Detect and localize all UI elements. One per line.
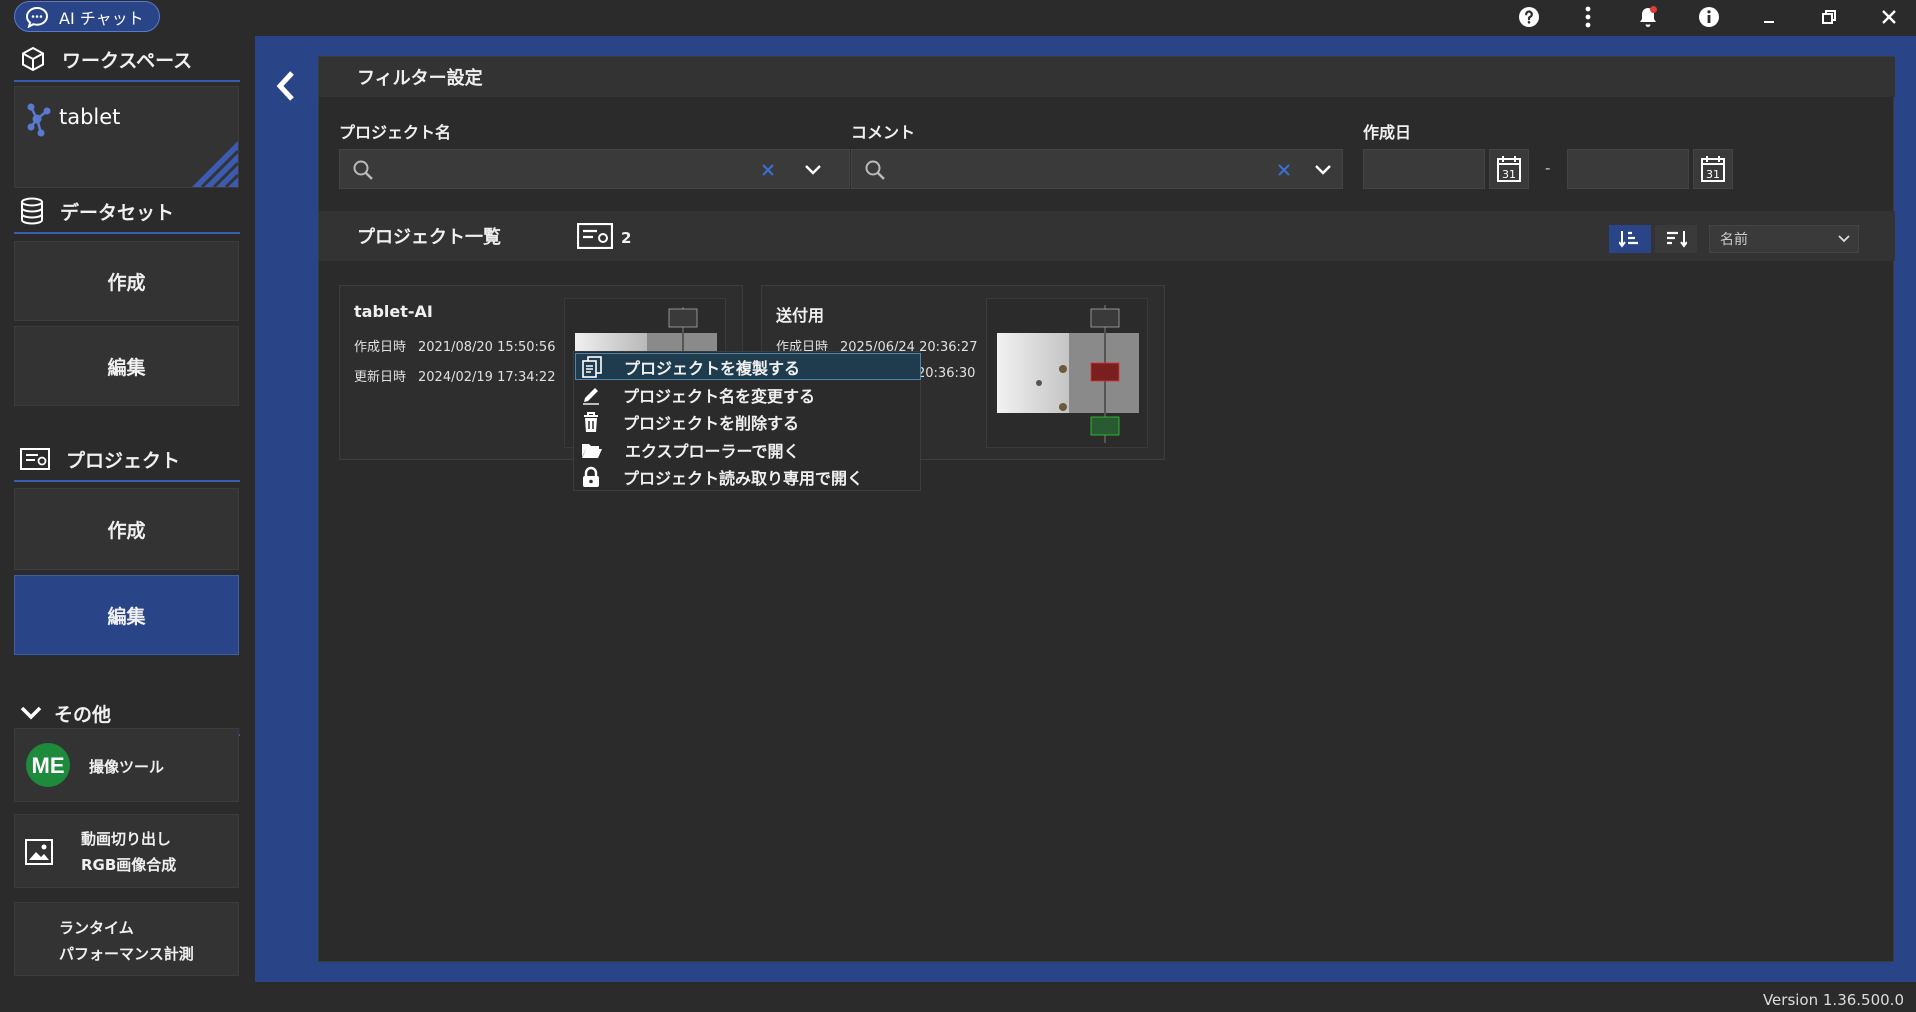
chat-bubble-icon bbox=[25, 6, 49, 28]
comment-filter[interactable] bbox=[851, 149, 1343, 189]
me-logo-icon: ME bbox=[25, 741, 73, 789]
project-title: tablet-AI bbox=[354, 302, 433, 321]
workspace-name: tablet bbox=[59, 105, 121, 129]
search-icon bbox=[352, 159, 374, 181]
trash-icon bbox=[581, 411, 601, 433]
restore-icon[interactable] bbox=[1815, 3, 1843, 31]
project-heading: プロジェクト bbox=[14, 438, 240, 482]
cube-icon bbox=[20, 46, 46, 72]
info-icon[interactable] bbox=[1695, 3, 1723, 31]
project-context-menu: プロジェクトを複製する プロジェクト名を変更する プロジェクトを削除する エクス… bbox=[573, 351, 921, 491]
capture-tool-button[interactable]: ME 撮像ツール bbox=[14, 728, 239, 802]
corner-stripes-icon bbox=[192, 141, 238, 187]
chevron-down-icon[interactable] bbox=[804, 162, 822, 178]
rgb-compose-label: RGB画像合成 bbox=[81, 856, 177, 874]
comment-label: コメント bbox=[851, 123, 916, 142]
project-name-label: プロジェクト名 bbox=[339, 123, 452, 142]
workspace-card[interactable]: tablet bbox=[14, 86, 239, 188]
ai-chat-button[interactable]: AI チャット bbox=[14, 1, 160, 32]
duplicate-icon bbox=[582, 355, 602, 378]
project-count: 2 bbox=[621, 229, 632, 247]
runtime-performance-button[interactable]: ランタイム パフォーマンス計測 bbox=[14, 902, 239, 976]
project-thumbnail bbox=[986, 298, 1148, 448]
chevron-down-icon[interactable] bbox=[1314, 162, 1332, 178]
calendar-icon: 31 bbox=[1700, 155, 1726, 183]
dataset-create-button[interactable]: 作成 bbox=[14, 241, 239, 321]
version-label: Version 1.36.500.0 bbox=[1762, 991, 1904, 1009]
folder-open-icon bbox=[581, 441, 603, 459]
database-icon bbox=[20, 197, 44, 225]
date-from-calendar-button[interactable]: 31 bbox=[1489, 149, 1529, 189]
dataset-heading: データセット bbox=[14, 190, 240, 234]
workspace-heading: ワークスペース bbox=[14, 38, 240, 82]
more-vert-icon[interactable] bbox=[1574, 3, 1602, 31]
updated-datetime: 20:36:30 bbox=[917, 366, 976, 381]
project-edit-button[interactable]: 編集 bbox=[14, 575, 239, 655]
sort-descending-button[interactable] bbox=[1655, 225, 1697, 253]
chevron-left-icon bbox=[275, 69, 297, 103]
runtime-label: ランタイム bbox=[59, 919, 134, 937]
sort-descending-icon bbox=[1665, 229, 1687, 249]
filter-heading: フィルター設定 bbox=[319, 57, 1895, 97]
svg-text:ME: ME bbox=[32, 753, 65, 778]
pencil-icon bbox=[581, 385, 601, 405]
svg-text:31: 31 bbox=[1502, 168, 1516, 181]
sort-ascending-icon bbox=[1619, 229, 1641, 249]
date-from-input[interactable] bbox=[1363, 149, 1485, 189]
project-create-button[interactable]: 作成 bbox=[14, 488, 239, 570]
project-title: 送付用 bbox=[776, 306, 825, 325]
ai-chat-label: AI チャット bbox=[59, 8, 144, 28]
title-bar: AI チャット bbox=[0, 0, 1916, 36]
collapse-sidebar-button[interactable] bbox=[268, 64, 304, 108]
help-icon[interactable] bbox=[1515, 3, 1543, 31]
notification-bell-icon[interactable] bbox=[1634, 3, 1662, 31]
capture-tool-label: 撮像ツール bbox=[89, 758, 165, 776]
minimize-icon[interactable] bbox=[1755, 3, 1783, 31]
project-name-filter[interactable] bbox=[339, 149, 850, 189]
clear-icon[interactable] bbox=[1276, 162, 1292, 178]
dataset-edit-button[interactable]: 編集 bbox=[14, 326, 239, 406]
menu-open-read-only[interactable]: プロジェクト読み取り専用で開く bbox=[575, 463, 921, 490]
close-icon[interactable] bbox=[1875, 3, 1903, 31]
date-to-calendar-button[interactable]: 31 bbox=[1693, 149, 1733, 189]
video-extract-label: 動画切り出し bbox=[81, 830, 172, 848]
search-icon bbox=[864, 159, 886, 181]
content-panel: フィルター設定 プロジェクト名 コメント 作成日 31 - 31 プロジェクト一… bbox=[318, 56, 1895, 962]
date-to-input[interactable] bbox=[1567, 149, 1689, 189]
sort-key-select[interactable]: 名前 bbox=[1709, 225, 1859, 253]
video-extract-button[interactable]: 動画切り出し RGB画像合成 bbox=[14, 814, 239, 888]
chevron-down-icon bbox=[1838, 234, 1850, 244]
menu-duplicate-project[interactable]: プロジェクトを複製する bbox=[575, 353, 921, 380]
sidebar: ワークスペース tablet データセット 作成 編集 プロジェクト 作成 編集… bbox=[0, 36, 255, 982]
calendar-icon: 31 bbox=[1496, 155, 1522, 183]
menu-open-in-explorer[interactable]: エクスプローラーで開く bbox=[575, 436, 921, 463]
menu-rename-project[interactable]: プロジェクト名を変更する bbox=[575, 381, 921, 408]
performance-label: パフォーマンス計測 bbox=[59, 945, 194, 963]
lock-icon bbox=[581, 466, 601, 488]
project-count-icon bbox=[577, 223, 613, 249]
status-bar: Version 1.36.500.0 bbox=[0, 982, 1916, 1012]
chevron-down-icon bbox=[20, 705, 42, 721]
date-separator: - bbox=[1545, 159, 1551, 177]
clear-icon[interactable] bbox=[760, 162, 776, 178]
menu-delete-project[interactable]: プロジェクトを削除する bbox=[575, 408, 921, 435]
project-card-icon bbox=[20, 448, 50, 470]
created-datetime: 作成日時 2021/08/20 15:50:56 bbox=[354, 340, 556, 355]
sort-ascending-button[interactable] bbox=[1609, 225, 1651, 253]
image-icon bbox=[25, 839, 53, 865]
svg-text:31: 31 bbox=[1706, 168, 1720, 181]
updated-datetime: 更新日時 2024/02/19 17:34:22 bbox=[354, 370, 556, 385]
created-date-label: 作成日 bbox=[1363, 123, 1412, 142]
